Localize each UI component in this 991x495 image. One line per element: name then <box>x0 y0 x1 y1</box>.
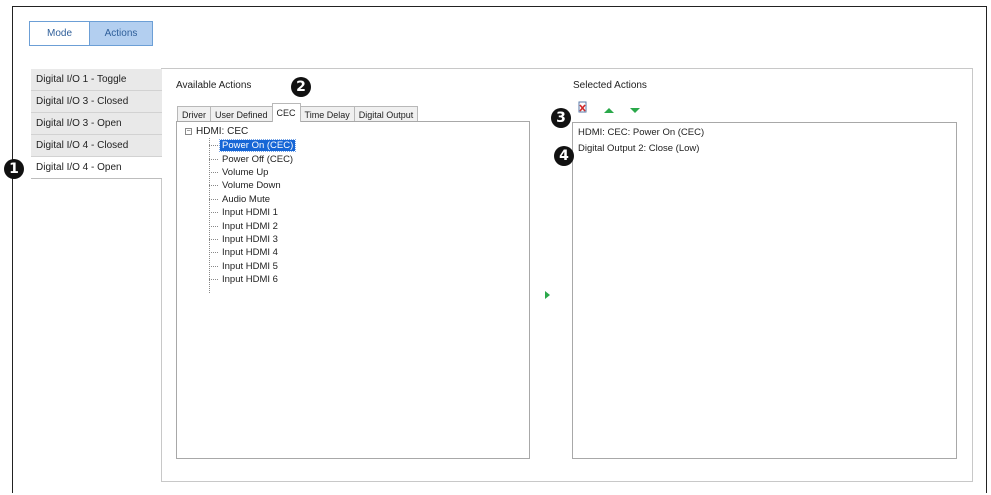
action-tabs: Driver User Defined CEC Time Delay Digit… <box>177 103 419 122</box>
selected-actions-label: Selected Actions <box>573 80 647 91</box>
tree-item-input-hdmi-3[interactable]: Input HDMI 3 <box>209 233 295 246</box>
available-actions-label: Available Actions <box>176 80 252 91</box>
selected-action-item[interactable]: Digital Output 2: Close (Low) <box>578 143 699 154</box>
tree-item-input-hdmi-6[interactable]: Input HDMI 6 <box>209 273 295 286</box>
callout-1: 1 <box>4 159 24 179</box>
io-item-4-open[interactable]: Digital I/O 4 - Open <box>31 157 162 179</box>
tree-item-input-hdmi-2[interactable]: Input HDMI 2 <box>209 219 295 232</box>
tab-user-defined[interactable]: User Defined <box>210 106 273 122</box>
tree-item-label: Input HDMI 5 <box>222 260 278 272</box>
arrow-down-icon[interactable] <box>630 108 640 113</box>
tree-item-label: Volume Down <box>222 180 281 192</box>
tree-item-power-on[interactable]: Power On (CEC) <box>209 139 297 153</box>
tree-item-power-off[interactable]: Power Off (CEC) <box>209 152 295 165</box>
tree-item-label: Volume Up <box>222 166 269 178</box>
tab-driver[interactable]: Driver <box>177 106 211 122</box>
delete-icon[interactable] <box>578 101 588 113</box>
tab-digital-output[interactable]: Digital Output <box>353 106 419 122</box>
tree-item-label: Input HDMI 6 <box>222 274 278 286</box>
io-item-1-toggle[interactable]: Digital I/O 1 - Toggle <box>31 69 162 91</box>
tree-item-input-hdmi-1[interactable]: Input HDMI 1 <box>209 206 295 219</box>
tree-item-input-hdmi-4[interactable]: Input HDMI 4 <box>209 246 295 259</box>
collapse-icon[interactable]: − <box>185 128 192 135</box>
mode-toggle: Mode Actions <box>29 21 153 46</box>
tree-item-label: Input HDMI 3 <box>222 233 278 245</box>
callout-3: 3 <box>551 108 571 128</box>
callout-2: 2 <box>291 77 311 97</box>
arrow-right-icon[interactable] <box>545 291 550 299</box>
tree-root-hdmi-cec[interactable]: − HDMI: CEC <box>185 126 248 137</box>
mode-button[interactable]: Mode <box>29 21 90 46</box>
tree-item-label: Input HDMI 1 <box>222 207 278 219</box>
io-item-3-closed[interactable]: Digital I/O 3 - Closed <box>31 91 162 113</box>
selected-action-item[interactable]: HDMI: CEC: Power On (CEC) <box>578 127 704 138</box>
tree-item-label: Power Off (CEC) <box>222 153 294 165</box>
io-item-4-closed[interactable]: Digital I/O 4 - Closed <box>31 135 162 157</box>
tree-item-label: Power On (CEC) <box>218 139 297 153</box>
selected-actions-list <box>572 122 957 459</box>
tree-item-label: Input HDMI 4 <box>222 247 278 259</box>
tab-time-delay[interactable]: Time Delay <box>299 106 355 122</box>
io-item-3-open[interactable]: Digital I/O 3 - Open <box>31 113 162 135</box>
tree-children: Power On (CEC) Power Off (CEC) Volume Up… <box>209 139 297 286</box>
tree-item-volume-down[interactable]: Volume Down <box>209 179 295 192</box>
tree-root-label: HDMI: CEC <box>196 126 249 137</box>
tree-item-label: Audio Mute <box>222 193 271 205</box>
callout-4: 4 <box>554 146 574 166</box>
arrow-up-icon[interactable] <box>604 108 614 113</box>
io-trigger-list: Digital I/O 1 - Toggle Digital I/O 3 - C… <box>31 69 162 179</box>
tree-item-label: Input HDMI 2 <box>222 220 278 232</box>
tree-item-audio-mute[interactable]: Audio Mute <box>209 193 295 206</box>
tree-item-volume-up[interactable]: Volume Up <box>209 166 295 179</box>
actions-button[interactable]: Actions <box>90 21 153 46</box>
tree-item-input-hdmi-5[interactable]: Input HDMI 5 <box>209 260 295 273</box>
tab-cec[interactable]: CEC <box>271 103 301 122</box>
